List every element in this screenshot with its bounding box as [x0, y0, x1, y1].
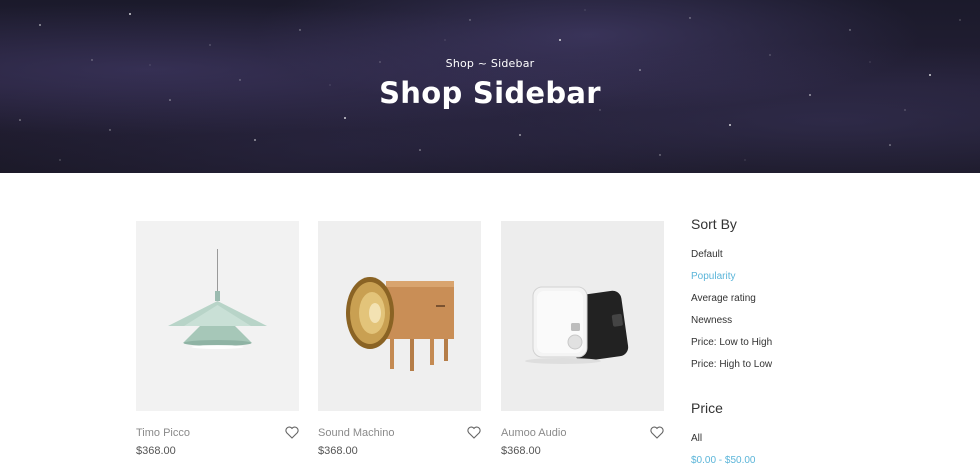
- price-filter-0-50[interactable]: $0.00 - $50.00: [691, 454, 756, 476]
- sort-option-popularity[interactable]: Popularity: [691, 270, 772, 292]
- product-image[interactable]: [501, 221, 664, 411]
- wishlist-heart-icon[interactable]: [285, 426, 299, 439]
- price-heading: Price: [691, 400, 723, 416]
- page-header-banner: Shop ~ Sidebar Shop Sidebar: [0, 0, 980, 173]
- horn-speaker-cabinet-icon: [346, 277, 454, 371]
- sort-option-price-high-low[interactable]: Price: High to Low: [691, 358, 772, 380]
- sort-by-heading: Sort By: [691, 216, 737, 232]
- product-name[interactable]: Sound Machino: [318, 427, 394, 439]
- product-price: $368.00: [318, 445, 358, 457]
- product-card[interactable]: Timo Picco $368.00: [136, 221, 299, 457]
- product-name[interactable]: Aumoo Audio: [501, 427, 566, 439]
- pendant-lamp-icon: [168, 249, 267, 349]
- product-price: $368.00: [136, 445, 176, 457]
- price-filter-all[interactable]: All: [691, 432, 756, 454]
- product-image[interactable]: [318, 221, 481, 411]
- product-price: $368.00: [501, 445, 541, 457]
- price-filter-list: All $0.00 - $50.00: [691, 432, 756, 476]
- sort-options-list: Default Popularity Average rating Newnes…: [691, 248, 772, 380]
- wishlist-heart-icon[interactable]: [467, 426, 481, 439]
- page-title: Shop Sidebar: [379, 76, 601, 110]
- product-name[interactable]: Timo Picco: [136, 427, 190, 439]
- product-image[interactable]: [136, 221, 299, 411]
- sort-option-newness[interactable]: Newness: [691, 314, 772, 336]
- sort-option-price-low-high[interactable]: Price: Low to High: [691, 336, 772, 358]
- breadcrumb[interactable]: Shop ~ Sidebar: [0, 57, 980, 70]
- product-card[interactable]: Aumoo Audio $368.00: [501, 221, 664, 457]
- audio-device-icon: [525, 286, 629, 364]
- sort-option-average-rating[interactable]: Average rating: [691, 292, 772, 314]
- product-card[interactable]: Sound Machino $368.00: [318, 221, 481, 457]
- sort-option-default[interactable]: Default: [691, 248, 772, 270]
- wishlist-heart-icon[interactable]: [650, 426, 664, 439]
